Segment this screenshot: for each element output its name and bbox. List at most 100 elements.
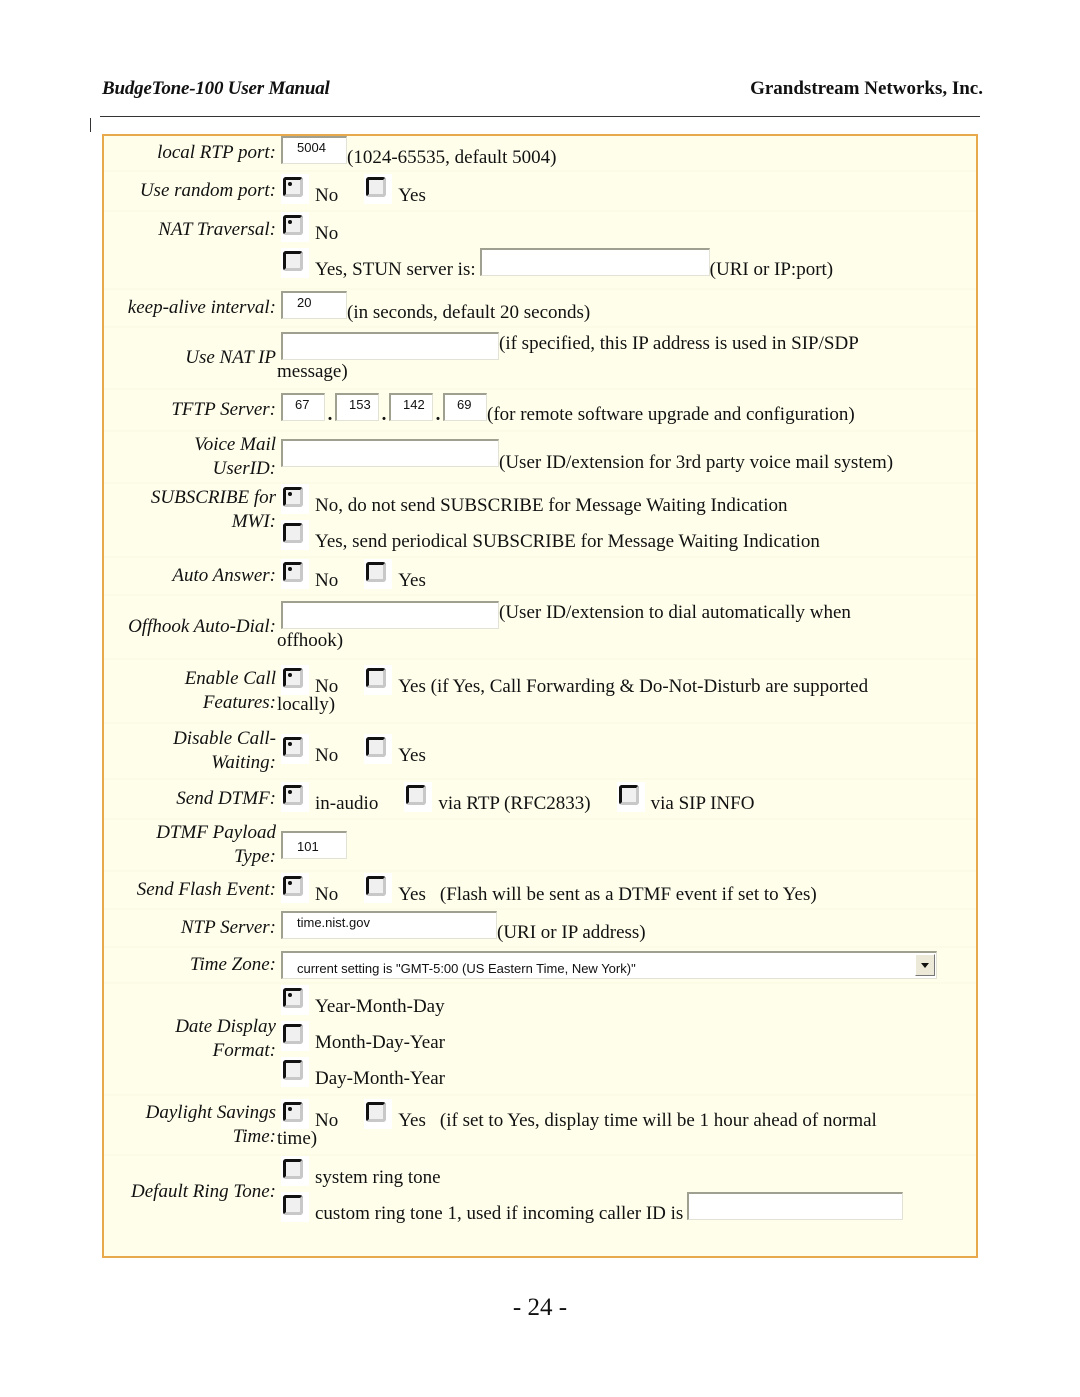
date-ymd-radio[interactable]	[281, 985, 309, 1015]
dtmf-sip-info-label: via SIP INFO	[650, 793, 755, 814]
dtmf-sip-info-radio[interactable]	[616, 782, 645, 812]
nat-no-radio[interactable]	[281, 212, 309, 242]
tftp-dot: .	[435, 404, 441, 425]
label-date-format: Date Display Format:	[104, 983, 279, 1095]
offhook-autodial-input[interactable]	[281, 601, 499, 629]
label-disable-call-waiting: Disable Call- Waiting:	[104, 723, 279, 779]
label-voice-mail: Voice Mail UserID:	[104, 431, 279, 483]
label-line: Time:	[232, 1126, 276, 1147]
row-send-flash: Send Flash Event: No Yes (Flash will be se…	[104, 871, 976, 909]
call-features-yes-radio[interactable]	[364, 665, 393, 695]
label-default-ring-tone: Default Ring Tone:	[131, 1181, 276, 1202]
header-divider	[100, 116, 980, 117]
ring-custom-radio[interactable]	[281, 1192, 309, 1222]
call-waiting-yes-label: Yes	[398, 745, 426, 766]
label-line: Disable Call-	[173, 728, 276, 749]
label-line: Waiting:	[211, 752, 276, 773]
keep-alive-note: (in seconds, default 20 seconds)	[347, 302, 591, 323]
tftp-dot: .	[381, 404, 387, 425]
dst-yes-label: Yes	[398, 1110, 426, 1131]
tftp-octet-4-input[interactable]: 69	[443, 393, 487, 421]
row-default-ring-tone: Default Ring Tone: system ring tone cust…	[104, 1155, 976, 1228]
label-send-flash: Send Flash Event:	[136, 879, 276, 900]
label-line: Type:	[234, 846, 276, 867]
tftp-note: (for remote software upgrade and configu…	[487, 404, 855, 425]
random-port-yes-radio[interactable]	[364, 174, 393, 204]
dropdown-arrow-icon[interactable]	[915, 954, 935, 976]
flash-yes-radio[interactable]	[364, 873, 393, 903]
row-disable-call-waiting: Disable Call- Waiting: No Yes	[104, 723, 976, 779]
mwi-yes-radio[interactable]	[281, 520, 309, 550]
time-zone-select[interactable]: current setting is "GMT-5:00 (US Eastern…	[281, 951, 937, 979]
label-line: Features:	[202, 692, 276, 713]
row-voice-mail: Voice Mail UserID: (User ID/extension for…	[104, 431, 976, 483]
local-rtp-port-note: (1024-65535, default 5004)	[347, 147, 557, 168]
row-tftp-server: TFTP Server: 67. 153. 142. 69 (for remote so…	[104, 389, 976, 431]
random-port-no-radio[interactable]	[281, 174, 309, 204]
tftp-octet-1-input[interactable]: 67	[281, 393, 325, 421]
page-number: - 24 -	[512, 1294, 568, 1321]
label-line: UserID:	[212, 458, 276, 479]
label-enable-call-features: Enable Call Features:	[104, 659, 279, 723]
label-auto-answer: Auto Answer:	[172, 565, 276, 586]
mwi-no-radio[interactable]	[281, 484, 309, 514]
date-ymd-label: Year-Month-Day	[315, 996, 445, 1017]
auto-answer-no-radio[interactable]	[281, 559, 309, 589]
voice-mail-note: (User ID/extension for 3rd party voice m…	[499, 452, 894, 473]
row-daylight-savings: Daylight Savings Time: No Yes (if set to Ye…	[104, 1095, 976, 1155]
offhook-autodial-note: (User ID/extension to dial automatically…	[499, 602, 851, 623]
flash-note: (Flash will be sent as a DTMF event if s…	[439, 884, 817, 905]
nat-no-label: No	[315, 223, 339, 244]
label-line: Voice Mail	[194, 434, 276, 455]
label-line: Enable Call	[184, 668, 276, 689]
nat-stun-label: Yes, STUN server is:	[315, 259, 476, 280]
row-send-dtmf: Send DTMF: in-audio via RTP (RFC2833) via …	[104, 779, 976, 819]
dst-yes-radio[interactable]	[364, 1099, 393, 1129]
call-waiting-no-radio[interactable]	[281, 734, 309, 764]
ring-caller-id-input[interactable]	[687, 1192, 904, 1220]
nat-ip-note-continued: message)	[277, 361, 348, 382]
flash-no-radio[interactable]	[281, 873, 309, 903]
ntp-server-input[interactable]: time.nist.gov	[281, 911, 497, 939]
tftp-octet-2-input[interactable]: 153	[335, 393, 379, 421]
row-ntp-server: NTP Server: time.nist.gov (URI or IP addr…	[104, 909, 976, 947]
label-offhook-autodial: Offhook Auto-Dial:	[128, 616, 276, 637]
dtmf-rfc2833-label: via RTP (RFC2833)	[438, 793, 591, 814]
call-features-no-radio[interactable]	[281, 665, 309, 695]
margin-mark	[90, 118, 91, 132]
label-keep-alive: keep-alive interval:	[127, 297, 276, 318]
row-dtmf-payload: DTMF Payload Type: 101	[104, 819, 976, 871]
dst-no-radio[interactable]	[281, 1099, 309, 1129]
dst-note: (if set to Yes, display time will be 1 h…	[439, 1110, 877, 1131]
tftp-octet-3-input[interactable]: 142	[389, 393, 433, 421]
nat-ip-input[interactable]	[281, 332, 499, 360]
mwi-no-label: No, do not send SUBSCRIBE for Message Wa…	[315, 495, 788, 516]
nat-stun-radio[interactable]	[281, 248, 309, 278]
random-port-yes-label: Yes	[398, 185, 426, 206]
row-nat-traversal: NAT Traversal: No Yes, STUN server is: (U…	[104, 211, 976, 289]
label-use-nat-ip: Use NAT IP	[185, 347, 276, 368]
settings-table: local RTP port: 5004 (1024-65535, default…	[104, 136, 976, 1228]
ntp-server-note: (URI or IP address)	[497, 922, 646, 943]
label-dtmf-payload: DTMF Payload Type:	[104, 819, 279, 871]
dtmf-rfc2833-radio[interactable]	[404, 782, 433, 812]
flash-no-label: No	[315, 884, 339, 905]
row-auto-answer: Auto Answer: No Yes	[104, 557, 976, 595]
row-local-rtp-port: local RTP port: 5004 (1024-65535, default…	[104, 136, 976, 171]
label-nat-traversal: NAT Traversal:	[158, 219, 276, 240]
voice-mail-input[interactable]	[281, 439, 499, 467]
local-rtp-port-input[interactable]: 5004	[281, 136, 347, 164]
label-ntp-server: NTP Server:	[180, 917, 276, 938]
stun-server-input[interactable]	[479, 248, 710, 276]
row-use-nat-ip: Use NAT IP (if specified, this IP addres…	[104, 327, 976, 389]
row-enable-call-features: Enable Call Features: No Yes (if Yes, Call…	[104, 659, 976, 723]
keep-alive-input[interactable]: 20	[281, 291, 347, 319]
dtmf-in-audio-radio[interactable]	[281, 782, 309, 812]
auto-answer-yes-radio[interactable]	[364, 559, 393, 589]
call-waiting-yes-radio[interactable]	[364, 734, 393, 764]
dtmf-payload-input[interactable]: 101	[281, 831, 347, 859]
date-mdy-radio[interactable]	[281, 1021, 309, 1051]
date-dmy-radio[interactable]	[281, 1057, 309, 1087]
ring-system-radio[interactable]	[281, 1156, 309, 1186]
dtmf-in-audio-label: in-audio	[315, 793, 379, 814]
